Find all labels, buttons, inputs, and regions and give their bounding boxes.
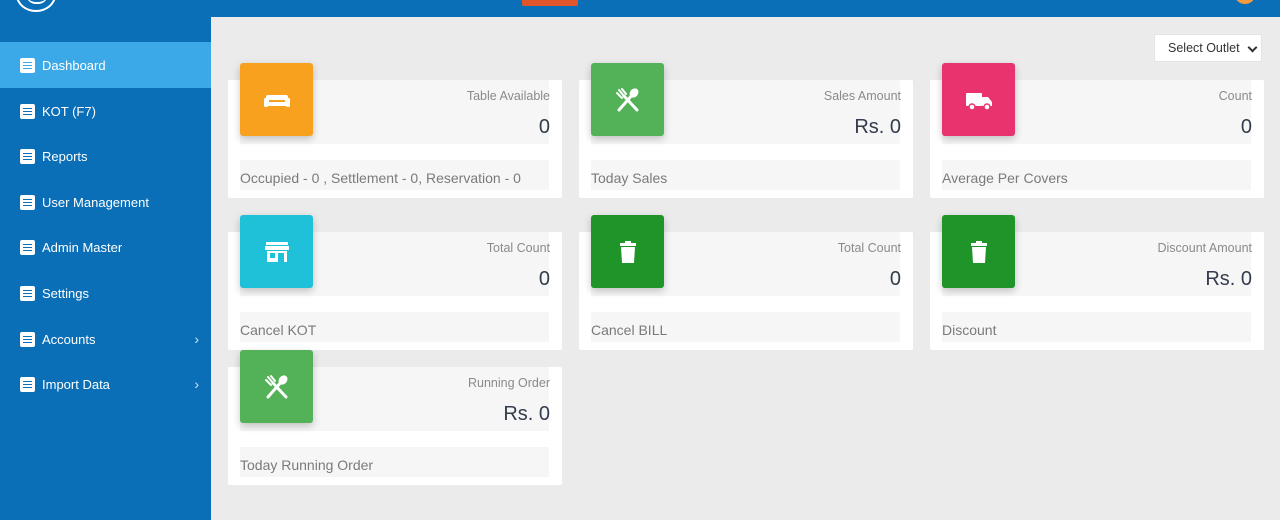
stat-card-cancel-kot: Total Count 0 Cancel KOT [228,215,562,350]
card-label: Count [1218,89,1252,103]
card-label: Total Count [837,241,901,255]
fork-spoon-icon [591,63,664,136]
card-label: Total Count [486,241,550,255]
card-footer: Today Sales [591,170,668,186]
list-icon [20,331,35,347]
list-icon [20,57,35,73]
stat-card-cancel-bill: Total Count 0 Cancel BILL [579,215,913,350]
chevron-down-icon [1247,42,1258,53]
chevron-right-icon: › [194,331,199,347]
stat-card-running-order: Running Order Rs. 0 Today Running Order [228,350,562,485]
sidebar-item-label: Settings [42,285,89,301]
card-label: Discount Amount [1157,241,1253,255]
sidebar-item-admin-master[interactable]: Admin Master [0,224,211,270]
card-value: 0 [538,116,550,138]
card-value: 0 [1240,116,1252,138]
sidebar-item-import-data[interactable]: Import Data › [0,361,211,407]
list-icon [20,148,35,164]
card-label: Sales Amount [823,89,901,103]
trash-icon [942,215,1015,288]
sidebar-item-label: Reports [42,148,88,164]
sidebar-item-settings[interactable]: Settings [0,270,211,316]
sidebar-item-kot[interactable]: KOT (F7) [0,88,211,134]
list-icon [20,376,35,392]
card-footer: Cancel KOT [240,322,317,338]
trash-icon [591,215,664,288]
app-logo[interactable] [16,0,56,12]
top-action-button[interactable] [522,0,578,6]
card-label: Running Order [468,376,550,390]
sidebar-item-user-management[interactable]: User Management [0,179,211,225]
user-avatar[interactable] [1235,0,1255,4]
top-navbar [0,0,1280,17]
list-icon [20,103,35,119]
list-icon [20,194,35,210]
card-value: Rs. 0 [503,403,550,425]
card-footer: Discount [942,322,997,338]
fork-spoon-icon [240,350,313,423]
card-value: 0 [538,268,550,290]
stat-card-sales-amount: Sales Amount Rs. 0 Today Sales [579,63,913,198]
stat-card-discount: Discount Amount Rs. 0 Discount [930,215,1264,350]
sidebar-item-label: Import Data [42,376,110,392]
card-footer: Average Per Covers [942,170,1068,186]
chevron-right-icon: › [194,376,199,392]
truck-icon [942,63,1015,136]
store-icon [240,215,313,288]
sidebar: Dashboard KOT (F7) Reports User Manageme… [0,17,211,520]
sidebar-item-accounts[interactable]: Accounts › [0,316,211,362]
outlet-select[interactable]: Select Outlet [1154,34,1262,62]
sidebar-item-label: Admin Master [42,239,123,255]
sidebar-item-label: Dashboard [42,57,106,73]
card-footer: Cancel BILL [591,322,668,338]
list-icon [20,239,35,255]
card-value: Rs. 0 [1205,268,1252,290]
sidebar-item-reports[interactable]: Reports [0,133,211,179]
card-value: Rs. 0 [854,116,901,138]
sidebar-item-label: User Management [42,194,149,210]
list-icon [20,285,35,301]
card-footer: Occupied - 0 , Settlement - 0, Reservati… [240,170,521,186]
outlet-select-value: Select Outlet [1168,41,1240,55]
card-value: 0 [889,268,901,290]
sofa-icon [240,63,313,136]
stat-card-count: Count 0 Average Per Covers [930,63,1264,198]
card-footer: Today Running Order [240,457,374,473]
stat-card-table-available: Table Available 0 Occupied - 0 , Settlem… [228,63,562,198]
sidebar-item-dashboard[interactable]: Dashboard [0,42,211,88]
card-label: Table Available [466,89,550,103]
sidebar-item-label: KOT (F7) [42,103,96,119]
sidebar-item-label: Accounts [42,331,96,347]
